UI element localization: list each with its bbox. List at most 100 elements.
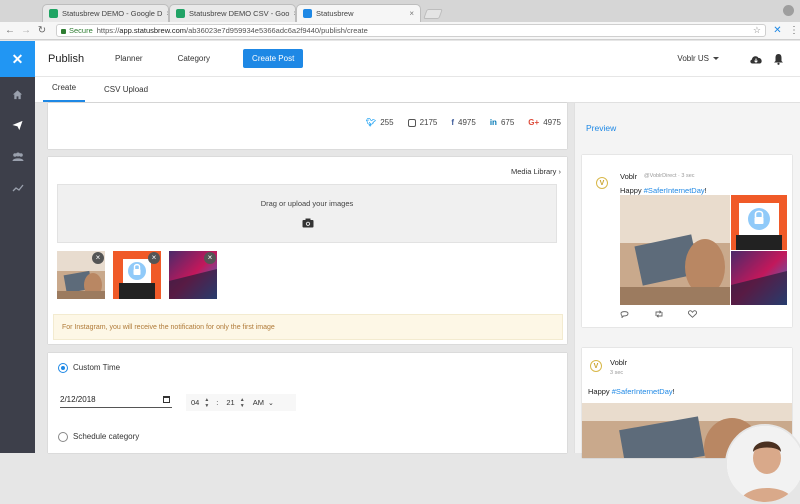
reload-icon[interactable]: ↻ (36, 25, 48, 36)
nav-category[interactable]: Category (178, 54, 210, 63)
instagram-count: 2175 (407, 118, 438, 127)
url-scheme: https:// (96, 26, 120, 35)
camera-icon (302, 218, 314, 230)
instagram-notice: For Instagram, you will receive the noti… (53, 314, 563, 340)
google-plus-count: G+ 4975 (528, 118, 561, 127)
notification-bell-icon[interactable] (771, 52, 785, 66)
hashtag[interactable]: #SaferInternetDay (612, 387, 673, 396)
send-icon[interactable] (0, 110, 35, 141)
post-text: Happy #SaferInternetDay! (588, 387, 675, 396)
presenter-webcam (725, 424, 800, 504)
nav-planner[interactable]: Planner (115, 54, 143, 63)
schedule-card: Custom Time 2/12/2018 04 ▲ ▼ : 21 ▲ ▼ AM ⌄ … (48, 353, 567, 453)
linkedin-count: in 675 (490, 118, 514, 127)
presenter-avatar-icon (727, 426, 800, 502)
post-text-prefix: Happy (620, 186, 644, 195)
instagram-count-value: 2175 (419, 118, 438, 127)
remove-image-icon[interactable]: × (92, 252, 104, 264)
hour-value[interactable]: 04 (191, 398, 199, 407)
reply-icon[interactable] (620, 310, 629, 320)
secure-indicator[interactable]: Secure (61, 26, 93, 35)
preview-image-grid (620, 195, 787, 305)
browser-tab-statusbrew[interactable]: Statusbrew × (296, 4, 421, 22)
schedule-category-radio[interactable] (58, 432, 68, 442)
header-actions: Voblr US (677, 52, 785, 66)
home-icon[interactable] (0, 79, 35, 110)
character-counts: 🐦︎ 255 2175 f 4975 in 675 G+ 4975 (352, 118, 561, 127)
close-tab-icon[interactable]: × (405, 9, 414, 18)
ampm-value: AM (252, 398, 264, 407)
twitter-count-value: 255 (380, 118, 394, 127)
calendar-icon[interactable] (163, 396, 170, 403)
url-path: /ab36023e7d959934e5366adc6a2f9440/publis… (185, 26, 368, 35)
secure-label: Secure (69, 26, 93, 35)
retweet-icon[interactable] (654, 310, 664, 320)
composer-card: 🐦︎ 255 2175 f 4975 in 675 G+ 4975 (48, 103, 567, 149)
chevron-down-icon: ⌄ (267, 399, 274, 407)
publish-subtabs: Create CSV Upload (35, 77, 800, 103)
image-thumbnail[interactable]: × (57, 251, 105, 299)
analytics-icon[interactable] (0, 172, 35, 203)
app-header: Publish Planner Category Create Post Vob… (35, 41, 800, 77)
media-card: Media Library › Drag or upload your imag… (48, 157, 567, 344)
url-input[interactable]: Secure https://app.statusbrew.com/ab3602… (56, 24, 766, 37)
create-post-button[interactable]: Create Post (243, 49, 304, 68)
ampm-select[interactable]: AM ⌄ (253, 398, 274, 407)
app-sidebar: ✕ (0, 41, 35, 453)
tab-csv-upload[interactable]: CSV Upload (95, 85, 157, 102)
remove-image-icon[interactable]: × (204, 252, 216, 264)
account-selector[interactable]: Voblr US (677, 54, 719, 63)
browser-profile-icon[interactable] (783, 5, 794, 16)
url-text: https://app.statusbrew.com/ab36023e7d959… (97, 26, 368, 35)
browser-address-bar: ← → ↻ Secure https://app.statusbrew.com/… (0, 22, 800, 40)
google-drive-icon (49, 9, 58, 18)
browser-tab-title: Statusbrew (316, 9, 354, 18)
minute-value[interactable]: 21 (226, 398, 234, 407)
avatar: V (596, 177, 608, 189)
browser-tab-google-sheets[interactable]: Statusbrew DEMO CSV - Goo × (169, 4, 296, 22)
tab-create[interactable]: Create (43, 83, 86, 102)
linkedin-icon: in (489, 118, 497, 127)
image-thumbnail[interactable]: × (169, 251, 217, 299)
back-arrow-icon[interactable]: ← (4, 25, 16, 36)
schedule-category-option[interactable]: Schedule category (58, 432, 139, 442)
users-icon[interactable] (0, 141, 35, 172)
custom-time-label: Custom Time (73, 363, 121, 373)
post-text: Happy #SaferInternetDay! (620, 186, 707, 195)
image-dropzone[interactable]: Drag or upload your images (57, 184, 557, 243)
post-text-suffix: ! (672, 387, 675, 396)
remove-image-icon[interactable]: × (148, 252, 160, 264)
custom-time-radio[interactable] (58, 363, 68, 373)
browser-tab-bar: Statusbrew DEMO - Google D × Statusbrew … (0, 0, 800, 22)
statusbrew-extension-icon[interactable]: ✕ (772, 25, 783, 36)
browser-tab-google-docs[interactable]: Statusbrew DEMO - Google D × (42, 4, 169, 22)
linkedin-count-value: 675 (500, 118, 515, 127)
preview-images-icon (620, 195, 787, 305)
media-library-link[interactable]: Media Library › (511, 167, 561, 176)
preview-divider (574, 103, 575, 453)
account-name: Voblr US (677, 54, 709, 63)
twitter-preview-card: V Voblr @VoblrDirect · 3 sec Happy #Safe… (582, 155, 792, 327)
minute-stepper[interactable]: ▲ ▼ (240, 397, 245, 409)
statusbrew-favicon-icon (303, 9, 312, 18)
avatar: V (590, 360, 602, 372)
cloud-download-icon[interactable] (749, 52, 763, 66)
page-title: Publish (48, 52, 85, 65)
forward-arrow-icon[interactable]: → (20, 25, 32, 36)
post-time: 3 sec (610, 370, 624, 376)
twitter-icon: 🐦︎ (366, 118, 377, 127)
instagram-icon (407, 118, 416, 127)
google-sheets-icon (176, 9, 185, 18)
new-tab-button[interactable] (423, 9, 443, 19)
image-thumbnail[interactable]: × (113, 251, 161, 299)
date-value: 2/12/2018 (60, 395, 96, 404)
browser-menu-icon[interactable]: ⋮ (789, 25, 799, 36)
custom-time-option[interactable]: Custom Time (58, 363, 120, 373)
bookmark-star-icon[interactable]: ☆ (753, 25, 761, 36)
statusbrew-logo-icon[interactable]: ✕ (0, 41, 35, 77)
like-icon[interactable] (687, 310, 698, 320)
date-field[interactable]: 2/12/2018 (60, 395, 172, 408)
chevron-down-icon (713, 57, 719, 60)
hashtag[interactable]: #SaferInternetDay (644, 186, 705, 195)
hour-stepper[interactable]: ▲ ▼ (204, 397, 209, 409)
